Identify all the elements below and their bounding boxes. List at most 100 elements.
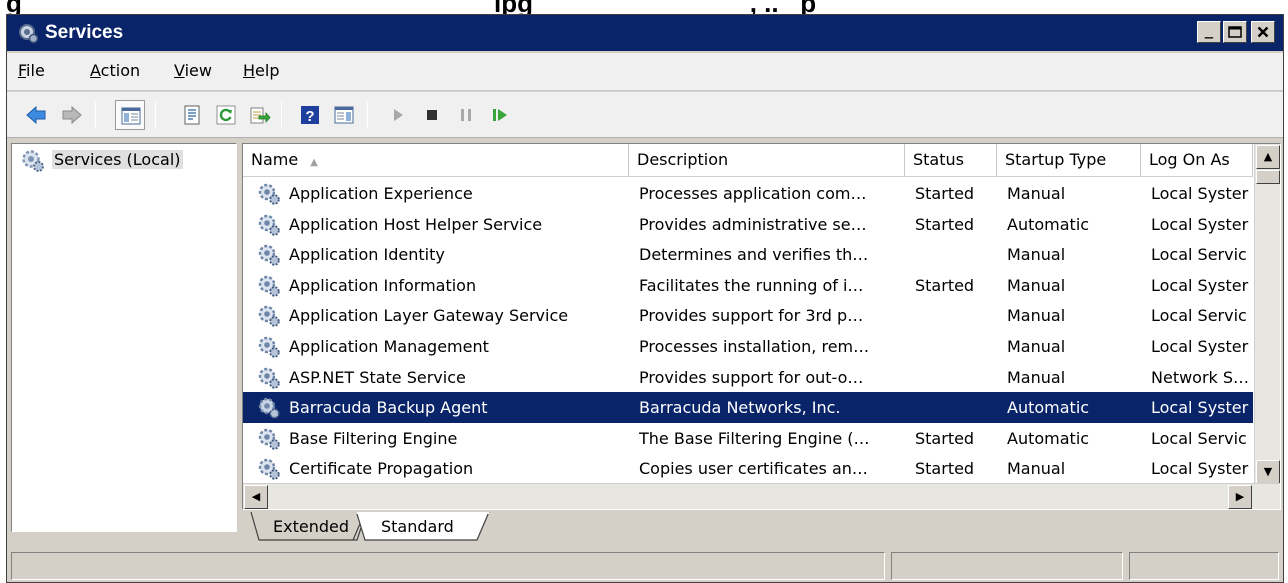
status-panel-main (11, 552, 885, 580)
cell-startup-type: Automatic (1007, 428, 1090, 448)
cell-status (915, 362, 995, 393)
list-header: Name ▲ Description Status Startup Type Lo… (243, 144, 1253, 177)
stop-service-icon (427, 110, 437, 120)
scroll-thumb[interactable] (1256, 170, 1280, 184)
menu-view[interactable]: View (174, 61, 212, 80)
table-row[interactable]: Application Layer Gateway Service Provide… (243, 300, 1253, 331)
column-header-log-on-as[interactable]: Log On As (1141, 144, 1253, 176)
column-header-description[interactable]: Description (629, 144, 905, 176)
sort-ascending-icon: ▲ (310, 157, 318, 168)
services-window: Services _ File Action View Help ? Servi… (6, 14, 1284, 583)
horizontal-scrollbar[interactable]: ◀ ▶ (243, 483, 1280, 509)
help-button[interactable]: ? (295, 100, 325, 130)
arrow-down-icon: ▼ (1263, 465, 1273, 478)
title-bar[interactable]: Services _ (7, 15, 1283, 51)
cell-log-on-as: Local Servic (1151, 428, 1247, 448)
cell-description: Processes installation, rem… (639, 337, 870, 356)
gear-icon (258, 244, 280, 266)
cell-description: Copies user certificates an… (639, 459, 868, 479)
stop-service-button[interactable] (417, 100, 447, 130)
gear-icon (258, 459, 280, 481)
scroll-left-button[interactable]: ◀ (244, 485, 268, 509)
back-button[interactable] (21, 100, 51, 130)
pause-service-button[interactable] (451, 100, 481, 130)
start-service-button[interactable] (383, 100, 413, 130)
refresh-button[interactable] (211, 100, 241, 130)
close-button[interactable] (1251, 21, 1275, 43)
properties-icon (184, 105, 200, 125)
cell-status: Started (915, 184, 975, 203)
cell-description: Facilitates the running of i… (639, 275, 864, 295)
cell-startup-type: Manual (1007, 367, 1066, 387)
tab-extended[interactable]: Extended (263, 512, 359, 542)
gear-icon (258, 397, 280, 419)
column-header-status[interactable]: Status (905, 144, 997, 176)
cell-description: Barracuda Networks, Inc. (639, 398, 841, 418)
console-tree-icon (121, 107, 141, 125)
menu-file[interactable]: File (18, 61, 45, 80)
maximize-button[interactable] (1223, 21, 1247, 43)
scroll-up-button[interactable]: ▲ (1256, 145, 1280, 169)
cell-log-on-as: Local Syster (1151, 275, 1249, 295)
cell-name: Application Experience (289, 184, 473, 203)
properties-button[interactable] (177, 100, 207, 130)
table-row[interactable]: Application Host Helper Service Provides … (243, 209, 1253, 240)
cell-status: Started (915, 428, 975, 448)
table-row[interactable]: Application Identity Determines and verif… (243, 239, 1253, 270)
menu-action[interactable]: Action (90, 61, 140, 80)
cropped-caption: g ipg , .. p (0, 0, 1288, 14)
minimize-button[interactable]: _ (1197, 21, 1221, 43)
table-row[interactable]: Application Information Facilitates the r… (243, 270, 1253, 301)
cell-startup-type: Manual (1007, 275, 1066, 295)
cell-name: Application Management (289, 337, 489, 356)
table-row[interactable]: Application Management Processes installa… (243, 331, 1253, 362)
cell-description: Provides support for out-o… (639, 367, 864, 387)
toolbar-separator (155, 102, 156, 128)
menu-help[interactable]: Help (243, 61, 279, 80)
cell-log-on-as: Local Syster (1151, 184, 1249, 203)
table-row[interactable]: Certificate Propagation Copies user certi… (243, 453, 1253, 484)
toolbar: ? (7, 92, 1283, 138)
gear-icon (258, 367, 280, 389)
toolbar-separator (95, 102, 96, 128)
table-row[interactable]: Application Experience Processes applicat… (243, 178, 1253, 209)
show-console-tree-button[interactable] (115, 100, 145, 130)
pause-service-icon (461, 109, 471, 121)
resume-service-button[interactable] (485, 100, 515, 130)
cell-startup-type: Manual (1007, 459, 1066, 479)
cell-description: Provides support for 3rd p… (639, 306, 864, 326)
table-row[interactable]: ASP.NET State Service Provides support fo… (243, 362, 1253, 393)
tab-standard[interactable]: Standard (371, 512, 464, 542)
table-row[interactable]: Barracuda Backup Agent Barracuda Networks… (243, 392, 1253, 424)
cell-log-on-as: Local Servic (1151, 306, 1247, 326)
help-icon: ? (301, 106, 319, 125)
services-app-icon (19, 24, 39, 44)
maximize-icon (1228, 26, 1242, 38)
vertical-scrollbar[interactable]: ▲ ▼ (1254, 144, 1280, 484)
column-header-startup-type[interactable]: Startup Type (997, 144, 1141, 176)
status-bar (7, 546, 1283, 582)
cell-status (915, 392, 995, 423)
gear-icon (258, 428, 280, 450)
cell-description: Processes application com… (639, 184, 867, 203)
console-tree-pane[interactable]: Services (Local) (11, 143, 237, 532)
cell-status (915, 331, 995, 362)
window-title: Services (45, 22, 124, 43)
export-list-button[interactable] (245, 100, 275, 130)
scroll-right-button[interactable]: ▶ (1228, 485, 1252, 509)
cell-log-on-as: Local Syster (1151, 398, 1249, 418)
status-panel-secondary (891, 552, 1123, 580)
gear-icon (258, 336, 280, 358)
arrow-right-icon: ▶ (1235, 490, 1245, 503)
column-header-name[interactable]: Name ▲ (243, 144, 629, 176)
cell-status: Started (915, 459, 975, 479)
scroll-down-button[interactable]: ▼ (1256, 460, 1280, 484)
show-action-pane-button[interactable] (329, 100, 359, 130)
cell-name: Barracuda Backup Agent (289, 398, 488, 418)
minimize-icon: _ (1204, 23, 1214, 39)
forward-button[interactable] (57, 100, 87, 130)
cell-description: Determines and verifies th… (639, 245, 869, 265)
table-row[interactable]: Base Filtering Engine The Base Filtering … (243, 423, 1253, 454)
services-list[interactable]: Name ▲ Description Status Startup Type Lo… (242, 143, 1281, 510)
cell-name: Base Filtering Engine (289, 428, 458, 448)
